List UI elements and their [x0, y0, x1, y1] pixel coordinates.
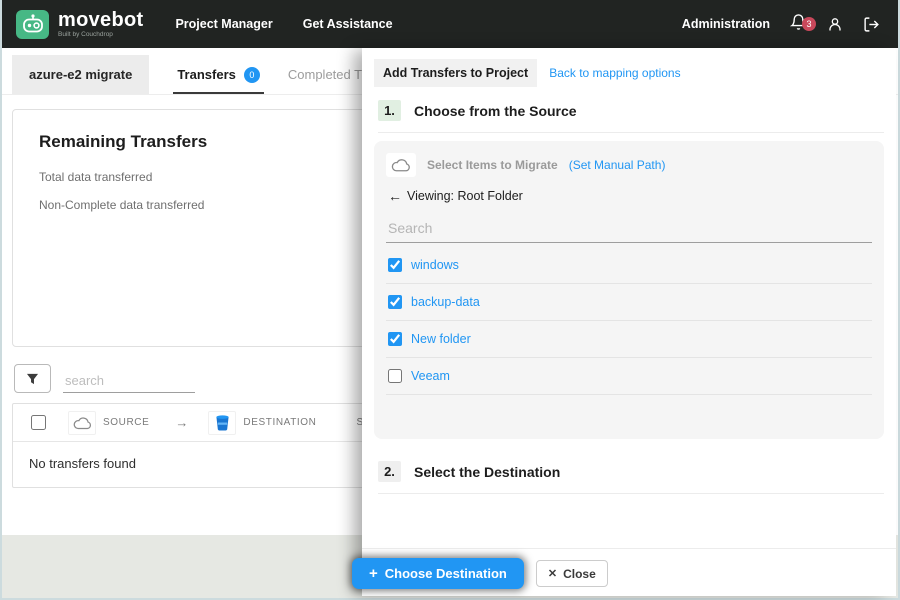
- destination-bucket-icon: [208, 410, 237, 435]
- viewing-label: Viewing: Root Folder: [407, 189, 523, 203]
- source-item-checkbox[interactable]: [388, 258, 402, 272]
- destination-column-header: DESTINATION: [243, 417, 317, 428]
- notification-badge: 3: [802, 16, 816, 31]
- select-items-label: Select Items to Migrate: [427, 158, 558, 172]
- source-item-checkbox[interactable]: [388, 332, 402, 346]
- transfer-arrow-icon: →: [175, 415, 189, 430]
- step-2-heading: 2. Select the Destination: [378, 461, 884, 494]
- drawer-header: Add Transfers to Project Back to mapping…: [362, 48, 896, 88]
- project-tab[interactable]: azure-e2 migrate: [12, 55, 150, 94]
- movebot-logo-icon: [16, 9, 49, 39]
- source-search-input[interactable]: [386, 214, 872, 243]
- notifications-button[interactable]: 3: [789, 13, 816, 36]
- picker-header: Select Items to Migrate (Set Manual Path…: [386, 151, 872, 186]
- tab-transfers-label: Transfers: [177, 67, 236, 82]
- source-cloud-icon: [386, 153, 416, 177]
- brand-name: movebot: [58, 8, 144, 31]
- source-item-row[interactable]: backup-data: [386, 284, 872, 321]
- drawer-footer: + Choose Destination ✕ Close: [352, 548, 896, 596]
- nav-administration[interactable]: Administration: [682, 17, 770, 31]
- person-icon: [829, 17, 841, 30]
- source-item-label[interactable]: New folder: [411, 332, 471, 346]
- choose-destination-label: Choose Destination: [384, 566, 507, 581]
- brand-tagline: Built by Couchdrop: [58, 30, 113, 38]
- source-column-header: SOURCE: [103, 417, 150, 428]
- close-icon: ✕: [547, 568, 558, 580]
- page: movebot Built by Couchdrop Project Manag…: [0, 0, 900, 600]
- nav-project-manager[interactable]: Project Manager: [175, 17, 272, 31]
- close-label: Close: [563, 566, 596, 581]
- add-transfers-drawer: Add Transfers to Project Back to mapping…: [352, 48, 896, 596]
- source-item-row[interactable]: Veeam: [386, 358, 872, 395]
- drawer-title: Add Transfers to Project: [374, 59, 538, 87]
- source-item-label[interactable]: Veeam: [411, 369, 450, 383]
- source-item-label[interactable]: windows: [411, 258, 459, 272]
- account-button[interactable]: [827, 16, 843, 33]
- tab-transfers-badge: 0: [243, 66, 260, 83]
- source-file-browser: Select Items to Migrate (Set Manual Path…: [374, 141, 884, 439]
- nav-right: Administration 3: [682, 13, 880, 36]
- back-to-mapping-link[interactable]: Back to mapping options: [549, 66, 680, 80]
- step-1-title: Choose from the Source: [414, 102, 577, 119]
- choose-destination-button[interactable]: + Choose Destination: [352, 558, 524, 589]
- source-cloud-icon: [68, 410, 96, 435]
- funnel-icon: [26, 373, 39, 384]
- source-item-label[interactable]: backup-data: [411, 295, 480, 309]
- top-navbar: movebot Built by Couchdrop Project Manag…: [2, 0, 898, 48]
- logout-icon: [864, 16, 879, 32]
- source-item-checkbox[interactable]: [388, 369, 402, 383]
- plus-icon: +: [369, 565, 378, 582]
- close-button[interactable]: ✕ Close: [535, 560, 608, 587]
- filter-button[interactable]: [14, 364, 51, 393]
- transfers-search-input[interactable]: [63, 369, 195, 393]
- tab-transfers[interactable]: Transfers 0: [173, 55, 264, 94]
- step-2-title: Select the Destination: [414, 463, 561, 480]
- step-2-number: 2.: [378, 461, 401, 482]
- source-item-row[interactable]: windows: [386, 247, 872, 284]
- step-1-heading: 1. Choose from the Source: [378, 100, 884, 133]
- back-arrow-icon[interactable]: ←: [388, 188, 402, 204]
- nav-links: Project Manager Get Assistance: [175, 17, 392, 31]
- viewing-breadcrumb[interactable]: ← Viewing: Root Folder: [388, 188, 872, 204]
- brand[interactable]: movebot Built by Couchdrop: [16, 8, 144, 39]
- source-item-checkbox[interactable]: [388, 295, 402, 309]
- logout-button[interactable]: [863, 16, 880, 33]
- source-item-row[interactable]: New folder: [386, 321, 872, 358]
- select-all-checkbox[interactable]: [31, 415, 46, 430]
- nav-get-assistance[interactable]: Get Assistance: [303, 17, 393, 31]
- step-1-number: 1.: [378, 100, 401, 121]
- set-manual-path-link[interactable]: (Set Manual Path): [569, 158, 666, 172]
